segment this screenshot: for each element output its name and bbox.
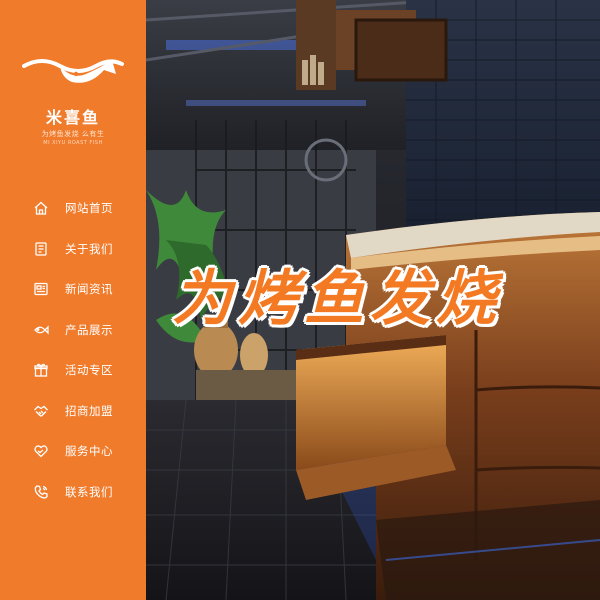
- nav-item-contact[interactable]: 联系我们: [0, 472, 146, 513]
- nav-label: 招商加盟: [65, 403, 113, 418]
- hero-banner[interactable]: 为烤鱼发烧: [146, 0, 600, 600]
- news-icon: [33, 281, 49, 297]
- nav-item-franchise[interactable]: 招商加盟: [0, 391, 146, 432]
- logo[interactable]: 米喜鱼 为烤鱼发烧 么有生 MI XIYU ROAST FISH: [0, 0, 146, 160]
- fish-icon: [33, 322, 49, 338]
- nav-item-home[interactable]: 网站首页: [0, 188, 146, 229]
- nav-label: 新闻资讯: [65, 282, 113, 297]
- fish-logo-icon: [22, 59, 124, 83]
- brand-subline: MI XIYU ROAST FISH: [43, 140, 103, 146]
- nav-label: 关于我们: [65, 241, 113, 256]
- brand-name: 米喜鱼: [45, 108, 100, 127]
- nav-label: 联系我们: [65, 484, 113, 499]
- nav-item-service[interactable]: 服务中心: [0, 431, 146, 472]
- banner-headline: 为烤鱼发烧: [172, 263, 502, 334]
- home-icon: [33, 200, 49, 216]
- nav-label: 网站首页: [65, 201, 113, 216]
- phone-icon: [33, 484, 49, 500]
- nav-item-products[interactable]: 产品展示: [0, 310, 146, 351]
- handshake-icon: [33, 403, 49, 419]
- nav-item-about[interactable]: 关于我们: [0, 229, 146, 270]
- nav-label: 活动专区: [65, 363, 113, 378]
- heart-hand-icon: [33, 443, 49, 459]
- sidebar: 米喜鱼 为烤鱼发烧 么有生 MI XIYU ROAST FISH 网站首页 关于…: [0, 0, 146, 600]
- nav-label: 服务中心: [65, 444, 113, 459]
- book-icon: [33, 241, 49, 257]
- nav-item-events[interactable]: 活动专区: [0, 350, 146, 391]
- nav-item-news[interactable]: 新闻资讯: [0, 269, 146, 310]
- brand-slogan: 为烤鱼发烧 么有生: [41, 130, 105, 138]
- main-nav: 网站首页 关于我们 新闻资讯 产品展示 活动专区 招商加盟 服务中心 联系我们: [0, 188, 146, 512]
- gift-icon: [33, 362, 49, 378]
- nav-label: 产品展示: [65, 322, 113, 337]
